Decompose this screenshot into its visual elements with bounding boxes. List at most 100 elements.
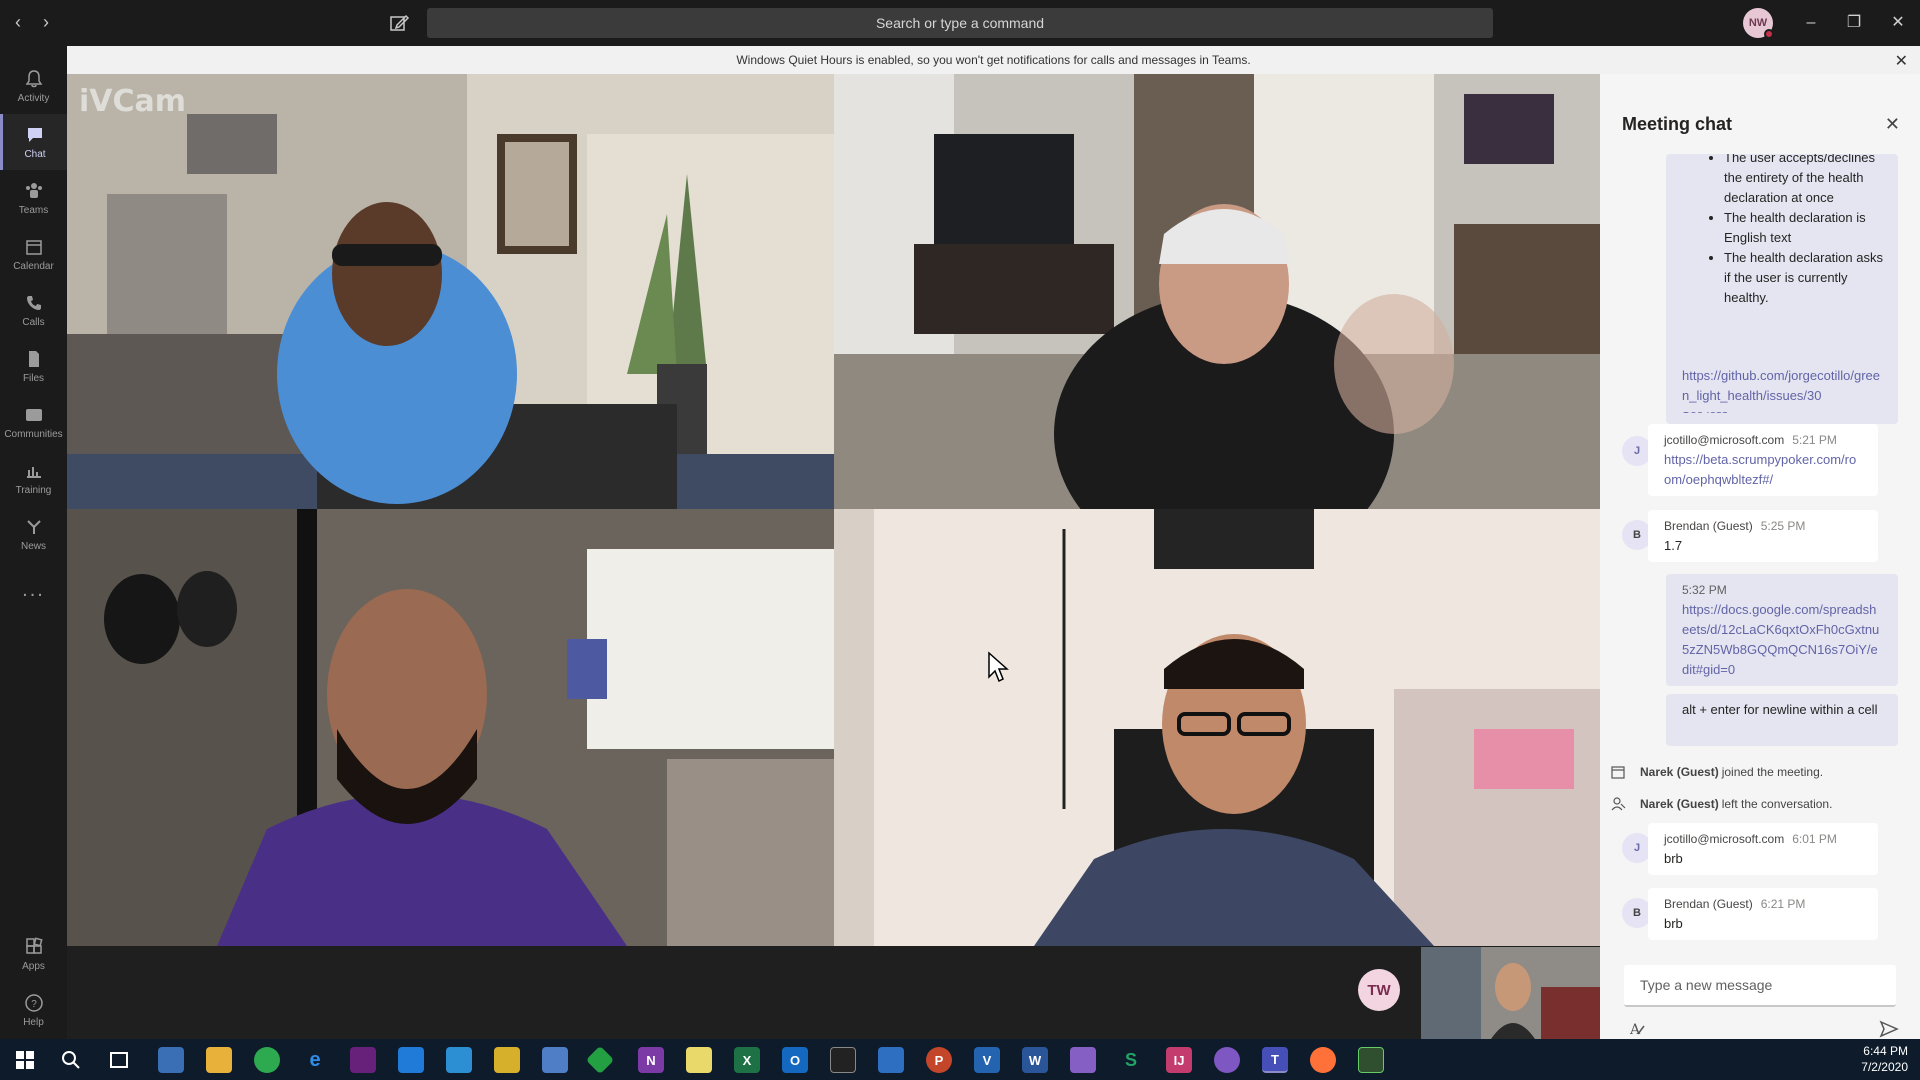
app-icon-7[interactable] [878, 1047, 904, 1073]
video-tile-participant-3[interactable] [67, 509, 834, 946]
app-icon-6[interactable] [686, 1047, 712, 1073]
app-icon-10[interactable] [1358, 1047, 1384, 1073]
quiet-hours-notice: Windows Quiet Hours is enabled, so you w… [67, 46, 1920, 74]
rail-label: Activity [17, 92, 50, 104]
message-author: jcotillo@microsoft.com [1664, 832, 1785, 846]
phone-icon [26, 295, 41, 310]
video-feed-office [834, 509, 1600, 946]
rail-label: Chat [24, 148, 46, 160]
list-item: The health declaration asks if the user … [1724, 248, 1888, 308]
terminal-icon[interactable] [830, 1047, 856, 1073]
message-text: alt + enter for newline within a cell [1682, 702, 1878, 717]
notice-text: Windows Quiet Hours is enabled, so you w… [736, 53, 1251, 67]
rail-item-activity[interactable]: Activity [0, 58, 67, 114]
google-docs-link[interactable]: https://docs.google.com/spreadsheets/d/1… [1682, 600, 1882, 680]
participant-avatar-tw[interactable]: TW [1358, 969, 1400, 1011]
event-person: Narek (Guest) [1640, 797, 1719, 811]
presence-busy-icon [1764, 29, 1774, 39]
app-icon-3[interactable] [494, 1047, 520, 1073]
message-input-placeholder: Type a new message [1640, 977, 1773, 993]
avatar-initials: TW [1367, 981, 1391, 999]
message-author: Brendan (Guest) [1664, 519, 1753, 533]
powerpoint-icon[interactable]: P [926, 1047, 952, 1073]
message-meta: Brendan (Guest) 6:21 PM [1664, 894, 1862, 914]
profile-avatar[interactable]: NW [1743, 8, 1774, 39]
rail-label: Teams [18, 204, 49, 216]
self-message-text: alt + enter for newline within a cell [1666, 694, 1898, 746]
minimize-icon[interactable]: – [1798, 10, 1824, 36]
word-icon[interactable]: W [1022, 1047, 1048, 1073]
self-video-preview[interactable] [1421, 947, 1601, 1039]
rail-label: Communities [4, 428, 63, 440]
send-icon[interactable] [1878, 1018, 1900, 1040]
rail-item-calls[interactable]: Calls [0, 282, 67, 338]
rail-item-communities[interactable]: Communities [0, 394, 67, 450]
app-icon-2[interactable] [446, 1047, 472, 1073]
search-icon[interactable] [58, 1047, 84, 1073]
app-icon-4[interactable] [542, 1047, 568, 1073]
chrome-icon[interactable] [254, 1047, 280, 1073]
windows-start-icon[interactable] [12, 1047, 38, 1073]
back-arrow-icon[interactable]: ‹ [8, 12, 28, 33]
message-meta: jcotillo@microsoft.com 6:01 PM [1664, 829, 1862, 849]
message-time: 5:21 PM [1792, 433, 1837, 447]
close-window-icon[interactable]: ✕ [1885, 10, 1911, 36]
command-search-box[interactable]: Search or type a command [427, 8, 1493, 38]
visual-studio-icon[interactable] [350, 1047, 376, 1073]
task-view-icon[interactable] [106, 1047, 132, 1073]
restore-icon[interactable]: ❐ [1841, 10, 1867, 36]
compose-icon[interactable] [388, 12, 410, 34]
rail-item-chat[interactable]: Chat [0, 114, 67, 170]
video-tile-participant-4[interactable] [834, 509, 1600, 946]
firefox-icon[interactable] [1310, 1047, 1336, 1073]
intellij-icon[interactable]: IJ [1166, 1047, 1192, 1073]
self-message-github-link: https://github.com/jorgecotillo/green_li… [1666, 358, 1898, 412]
vscode-icon[interactable] [398, 1047, 424, 1073]
forward-arrow-icon[interactable]: › [36, 12, 56, 33]
scrumpypoker-link[interactable]: https://beta.scrumpypoker.com/room/oephq… [1664, 450, 1862, 490]
edge-icon[interactable]: e [302, 1047, 328, 1073]
video-feed-self [1421, 947, 1601, 1039]
close-notice-icon[interactable]: ✕ [1895, 51, 1908, 71]
rail-label: News [20, 540, 46, 552]
chat-message: Brendan (Guest) 6:21 PM brb [1648, 888, 1878, 940]
app-icon-1[interactable] [158, 1047, 184, 1073]
title-bar: ‹ › Search or type a command NW – ❐ ✕ [0, 0, 1920, 46]
video-tile-participant-2[interactable] [834, 74, 1600, 509]
video-feed-kitchen [67, 74, 834, 509]
rail-item-news[interactable]: News [0, 506, 67, 562]
outlook-icon[interactable]: O [782, 1047, 808, 1073]
rail-item-apps[interactable]: Apps [0, 926, 67, 982]
apps-icon [25, 936, 43, 954]
message-input[interactable]: Type a new message [1624, 965, 1896, 1007]
app-icon-8[interactable]: S [1118, 1047, 1144, 1073]
more-icon: ... [22, 578, 45, 601]
format-icon[interactable]: A [1626, 1018, 1648, 1040]
close-chat-icon[interactable]: ✕ [1885, 114, 1900, 135]
list-item: The health declaration is English text [1724, 208, 1888, 248]
teams-taskbar-icon[interactable]: T [1262, 1047, 1288, 1073]
communities-icon [25, 408, 42, 421]
excel-icon[interactable]: X [734, 1047, 760, 1073]
visio-icon[interactable]: V [974, 1047, 1000, 1073]
message-meta: jcotillo@microsoft.com 5:21 PM [1664, 430, 1862, 450]
file-explorer-icon[interactable] [206, 1047, 232, 1073]
file-icon [28, 350, 39, 367]
visual-studio-2-icon[interactable] [1070, 1047, 1096, 1073]
video-tile-participant-1[interactable]: iVCam [67, 74, 834, 509]
onenote-icon[interactable]: N [638, 1047, 664, 1073]
app-icon-5[interactable] [585, 1045, 615, 1075]
message-author: Brendan (Guest) [1664, 897, 1753, 911]
github-issue-link[interactable]: https://github.com/jorgecotillo/green_li… [1682, 368, 1880, 403]
rail-item-help[interactable]: ? Help [0, 982, 67, 1038]
rail-item-training[interactable]: Training [0, 450, 67, 506]
message-bullet-list: The user accepts/declines the entirety o… [1696, 154, 1898, 308]
rail-item-teams[interactable]: Teams [0, 170, 67, 226]
app-icon-9[interactable] [1214, 1047, 1240, 1073]
rail-item-more[interactable]: ... [0, 562, 67, 618]
rail-item-files[interactable]: Files [0, 338, 67, 394]
taskbar-clock[interactable]: 6:44 PM 7/2/2020 [1861, 1043, 1908, 1075]
message-author: jcotillo@microsoft.com [1664, 433, 1785, 447]
teams-icon [25, 182, 42, 198]
rail-item-calendar[interactable]: Calendar [0, 226, 67, 282]
